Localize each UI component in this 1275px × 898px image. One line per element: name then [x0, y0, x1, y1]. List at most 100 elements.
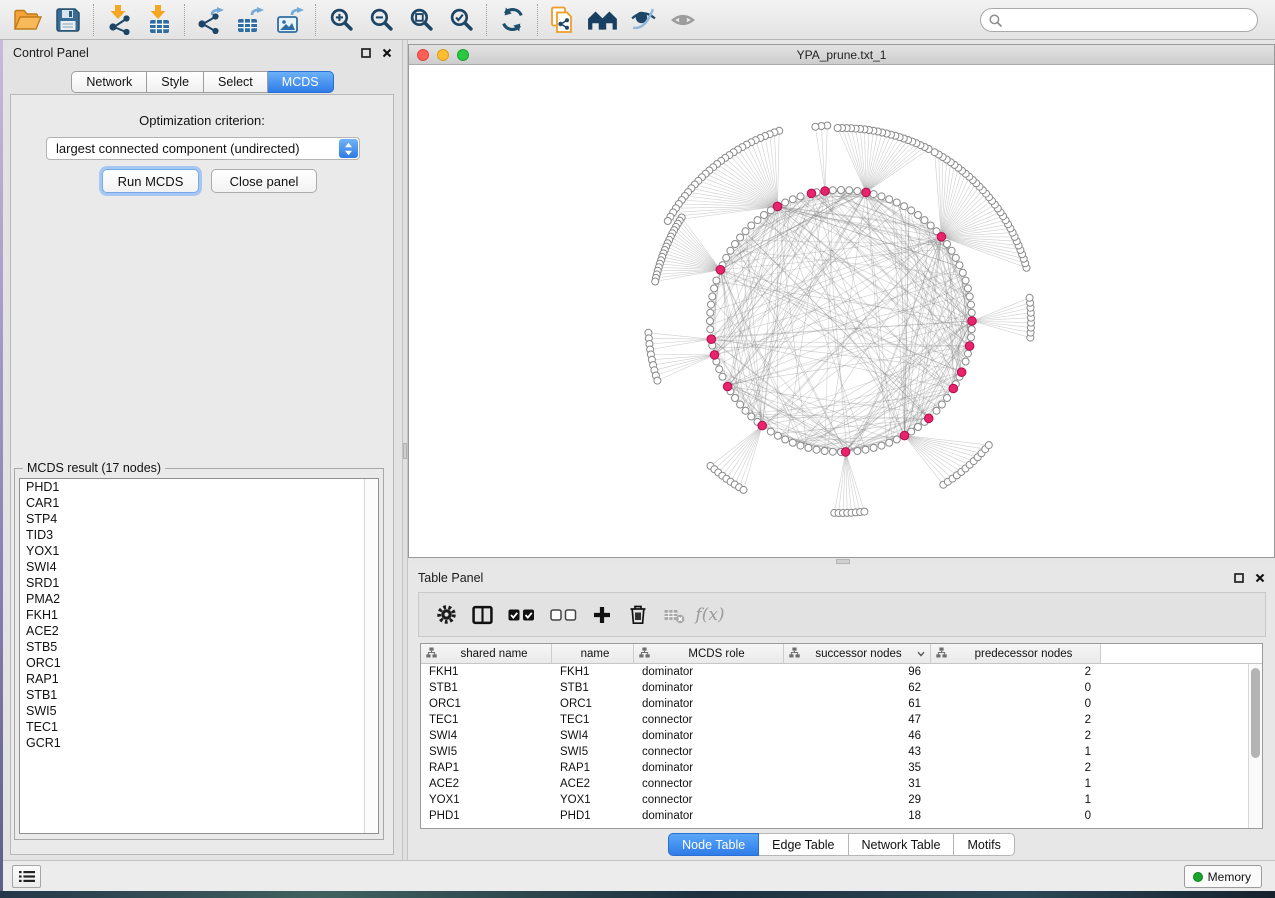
export-table-icon[interactable] [230, 2, 270, 38]
save-icon[interactable] [48, 2, 88, 38]
table-cell: connector [634, 714, 784, 726]
mcds-result-item[interactable]: RAP1 [20, 671, 378, 687]
zoom-fit-icon[interactable] [401, 2, 441, 38]
mcds-result-item[interactable]: STP4 [20, 511, 378, 527]
table-row[interactable]: TEC1TEC1connector472 [421, 712, 1262, 728]
network-overview-houses-icon[interactable] [583, 2, 623, 38]
table-cell: RAP1 [421, 762, 552, 774]
table-row[interactable]: RAP1RAP1dominator352 [421, 760, 1262, 776]
window-minimize-button[interactable] [437, 49, 449, 61]
table-cell: 2 [931, 730, 1101, 742]
export-network-icon[interactable] [190, 2, 230, 38]
network-canvas[interactable] [409, 65, 1274, 557]
close-panel-icon[interactable] [1255, 573, 1265, 583]
search-box[interactable] [980, 8, 1258, 32]
tab-motifs[interactable]: Motifs [954, 833, 1014, 856]
mcds-result-item[interactable]: TEC1 [20, 719, 378, 735]
table-row[interactable]: SWI5SWI5connector431 [421, 744, 1262, 760]
float-panel-icon[interactable] [361, 48, 371, 58]
mcds-result-item[interactable]: STB5 [20, 639, 378, 655]
add-column-icon[interactable] [587, 605, 617, 625]
column-header-shared-name[interactable]: shared name [421, 644, 552, 663]
mcds-result-item[interactable]: SWI4 [20, 559, 378, 575]
zoom-out-icon[interactable] [361, 2, 401, 38]
window-zoom-button[interactable] [457, 49, 469, 61]
table-row[interactable]: PHD1PHD1dominator180 [421, 808, 1262, 824]
import-table-icon[interactable] [139, 2, 179, 38]
vertical-splitter-handle[interactable] [403, 443, 407, 459]
table-cell: TEC1 [421, 714, 552, 726]
table-row[interactable]: STB1STB1dominator620 [421, 680, 1262, 696]
table-panel-title: Table Panel [418, 571, 483, 585]
table-cell: 31 [784, 778, 931, 790]
table-scrollbar-thumb[interactable] [1251, 668, 1260, 758]
export-image-icon[interactable] [270, 2, 310, 38]
table-row[interactable]: FKH1FKH1dominator962 [421, 664, 1262, 680]
mcds-result-item[interactable]: YOX1 [20, 543, 378, 559]
table-row[interactable]: SWI4SWI4dominator462 [421, 728, 1262, 744]
tab-network[interactable]: Network [71, 71, 147, 93]
horizontal-splitter-handle[interactable] [836, 559, 850, 564]
mcds-result-item[interactable]: PMA2 [20, 591, 378, 607]
delete-column-trash-icon[interactable] [623, 604, 653, 625]
hide-selection-eye-slash-icon[interactable] [623, 2, 663, 38]
unselect-all-icon[interactable] [545, 609, 581, 621]
table-row[interactable]: ACE2ACE2connector311 [421, 776, 1262, 792]
mcds-result-item[interactable]: SRD1 [20, 575, 378, 591]
column-header-MCDS-role[interactable]: MCDS role [634, 644, 784, 663]
hierarchy-icon [789, 647, 800, 661]
column-header-predecessor-nodes[interactable]: predecessor nodes [931, 644, 1101, 663]
mcds-result-list[interactable]: PHD1CAR1STP4TID3YOX1SWI4SRD1PMA2FKH1ACE2… [19, 478, 379, 834]
run-mcds-button[interactable]: Run MCDS [102, 169, 199, 193]
mcds-result-item[interactable]: GCR1 [20, 735, 378, 751]
memory-status-icon [1193, 872, 1203, 882]
table-scrollbar[interactable] [1248, 664, 1262, 828]
optimization-criterion-dropdown[interactable]: largest connected component (undirected) [46, 137, 360, 160]
mcds-result-scrollbar[interactable] [364, 479, 378, 833]
table-panel-tabs: Node TableEdge TableNetwork TableMotifs [408, 833, 1275, 856]
tab-style[interactable]: Style [147, 71, 204, 93]
table-row[interactable]: YOX1YOX1connector291 [421, 792, 1262, 808]
window-close-button[interactable] [417, 49, 429, 61]
import-network-icon[interactable] [99, 2, 139, 38]
network-view-window: YPA_prune.txt_1 [408, 44, 1275, 558]
search-input[interactable] [1007, 13, 1257, 27]
open-folder-icon[interactable] [8, 2, 48, 38]
share-document-icon[interactable] [543, 2, 583, 38]
mcds-result-item[interactable]: ORC1 [20, 655, 378, 671]
memory-button[interactable]: Memory [1184, 865, 1262, 888]
close-panel-icon[interactable] [382, 48, 392, 58]
table-cell: 0 [931, 682, 1101, 694]
mcds-result-item[interactable]: TID3 [20, 527, 378, 543]
show-selection-eye-icon[interactable] [663, 2, 703, 38]
task-history-button[interactable] [12, 865, 41, 888]
show-column-icon[interactable] [467, 605, 497, 625]
refresh-layout-icon[interactable] [492, 2, 532, 38]
mcds-result-item[interactable]: STB1 [20, 687, 378, 703]
mcds-result-item[interactable]: FKH1 [20, 607, 378, 623]
node-table: shared namenameMCDS rolesuccessor nodesp… [420, 643, 1263, 829]
mcds-result-item[interactable]: ACE2 [20, 623, 378, 639]
mcds-result-item[interactable]: CAR1 [20, 495, 378, 511]
control-panel: Control Panel NetworkStyleSelectMCDS Opt… [3, 40, 402, 860]
mcds-result-item[interactable]: PHD1 [20, 479, 378, 495]
table-options-gear-icon[interactable] [431, 604, 461, 625]
select-all-icon[interactable] [503, 609, 539, 621]
table-cell: SWI5 [552, 746, 634, 758]
table-row[interactable]: ORC1ORC1dominator610 [421, 696, 1262, 712]
tab-network-table[interactable]: Network Table [849, 833, 955, 856]
tab-node-table[interactable]: Node Table [668, 833, 759, 856]
column-header-successor-nodes[interactable]: successor nodes [784, 644, 931, 663]
control-panel-tabs: NetworkStyleSelectMCDS [3, 71, 402, 93]
network-window-titlebar[interactable]: YPA_prune.txt_1 [409, 45, 1274, 65]
horizontal-splitter[interactable] [408, 558, 1275, 565]
tab-select[interactable]: Select [204, 71, 268, 93]
close-panel-button[interactable]: Close panel [211, 169, 317, 193]
zoom-in-icon[interactable] [321, 2, 361, 38]
mcds-result-item[interactable]: SWI5 [20, 703, 378, 719]
zoom-selected-icon[interactable] [441, 2, 481, 38]
column-header-name[interactable]: name [552, 644, 634, 663]
tab-mcds[interactable]: MCDS [268, 71, 334, 93]
tab-edge-table[interactable]: Edge Table [759, 833, 848, 856]
float-panel-icon[interactable] [1234, 573, 1244, 583]
